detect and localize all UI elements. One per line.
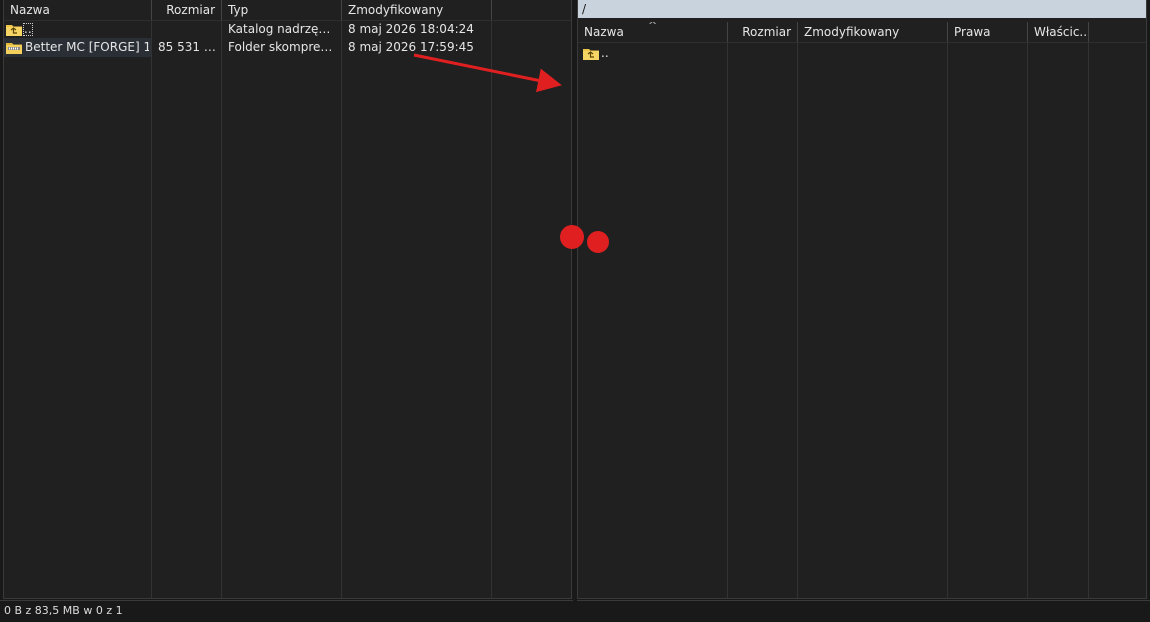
file-size: 85 531 KB <box>158 40 220 54</box>
remote-path-bar[interactable]: / <box>578 0 1146 18</box>
file-name: Better MC [FORGE] 1.... <box>25 40 149 54</box>
remote-col-name-label: Nazwa <box>584 25 624 39</box>
file-type: Folder skompreso... <box>228 40 342 54</box>
parent-folder-icon <box>583 49 599 60</box>
remote-col-modified[interactable]: Zmodyfikowany <box>798 22 948 42</box>
remote-column-header: Nazwa ^ Rozmiar Zmodyfikowany Prawa Właś… <box>578 22 1146 43</box>
file-modified: 8 maj 2026 18:04:24 <box>348 22 474 36</box>
column-divider <box>1027 43 1028 598</box>
table-row[interactable]: .. Katalog nadrzędny 8 maj 2026 18:04:24 <box>4 20 571 39</box>
parent-folder-icon <box>6 25 22 36</box>
remote-col-owner[interactable]: Właścic... <box>1028 22 1089 42</box>
column-divider <box>947 43 948 598</box>
local-status-text: 0 B z 83,5 MB w 0 z 1 <box>4 604 123 617</box>
file-name: .. <box>601 46 609 60</box>
local-status-bar: 0 B z 83,5 MB w 0 z 1 <box>0 600 573 622</box>
local-col-type[interactable]: Typ <box>222 0 342 20</box>
column-divider <box>797 43 798 598</box>
remote-col-rights[interactable]: Prawa <box>948 22 1028 42</box>
file-transfer-window: Nazwa Rozmiar Typ Zmodyfikowany .. Katal… <box>0 0 1150 622</box>
file-name: .. <box>24 22 32 36</box>
column-divider <box>1088 43 1089 598</box>
file-modified: 8 maj 2026 17:59:45 <box>348 40 474 54</box>
local-col-modified[interactable]: Zmodyfikowany <box>342 0 492 20</box>
remote-file-panel[interactable]: / Nazwa ^ Rozmiar Zmodyfikowany Prawa Wł… <box>577 0 1147 599</box>
sort-ascending-icon: ^ <box>648 22 658 32</box>
table-row[interactable]: .. <box>578 44 1146 63</box>
column-divider <box>221 20 222 598</box>
table-row[interactable]: Better MC [FORGE] 1.... 85 531 KB Folder… <box>4 38 571 57</box>
remote-col-size[interactable]: Rozmiar <box>728 22 798 42</box>
remote-col-name[interactable]: Nazwa ^ <box>578 22 728 42</box>
column-divider <box>151 20 152 598</box>
column-divider <box>341 20 342 598</box>
local-column-header: Nazwa Rozmiar Typ Zmodyfikowany <box>4 0 571 21</box>
file-type: Katalog nadrzędny <box>228 22 341 36</box>
zip-folder-icon <box>6 43 22 54</box>
remote-status-bar <box>577 600 1150 622</box>
local-col-size[interactable]: Rozmiar <box>152 0 222 20</box>
column-divider <box>727 43 728 598</box>
local-col-name[interactable]: Nazwa <box>4 0 152 20</box>
column-divider <box>491 20 492 598</box>
file-size <box>152 20 222 39</box>
local-file-panel[interactable]: Nazwa Rozmiar Typ Zmodyfikowany .. Katal… <box>3 0 572 599</box>
